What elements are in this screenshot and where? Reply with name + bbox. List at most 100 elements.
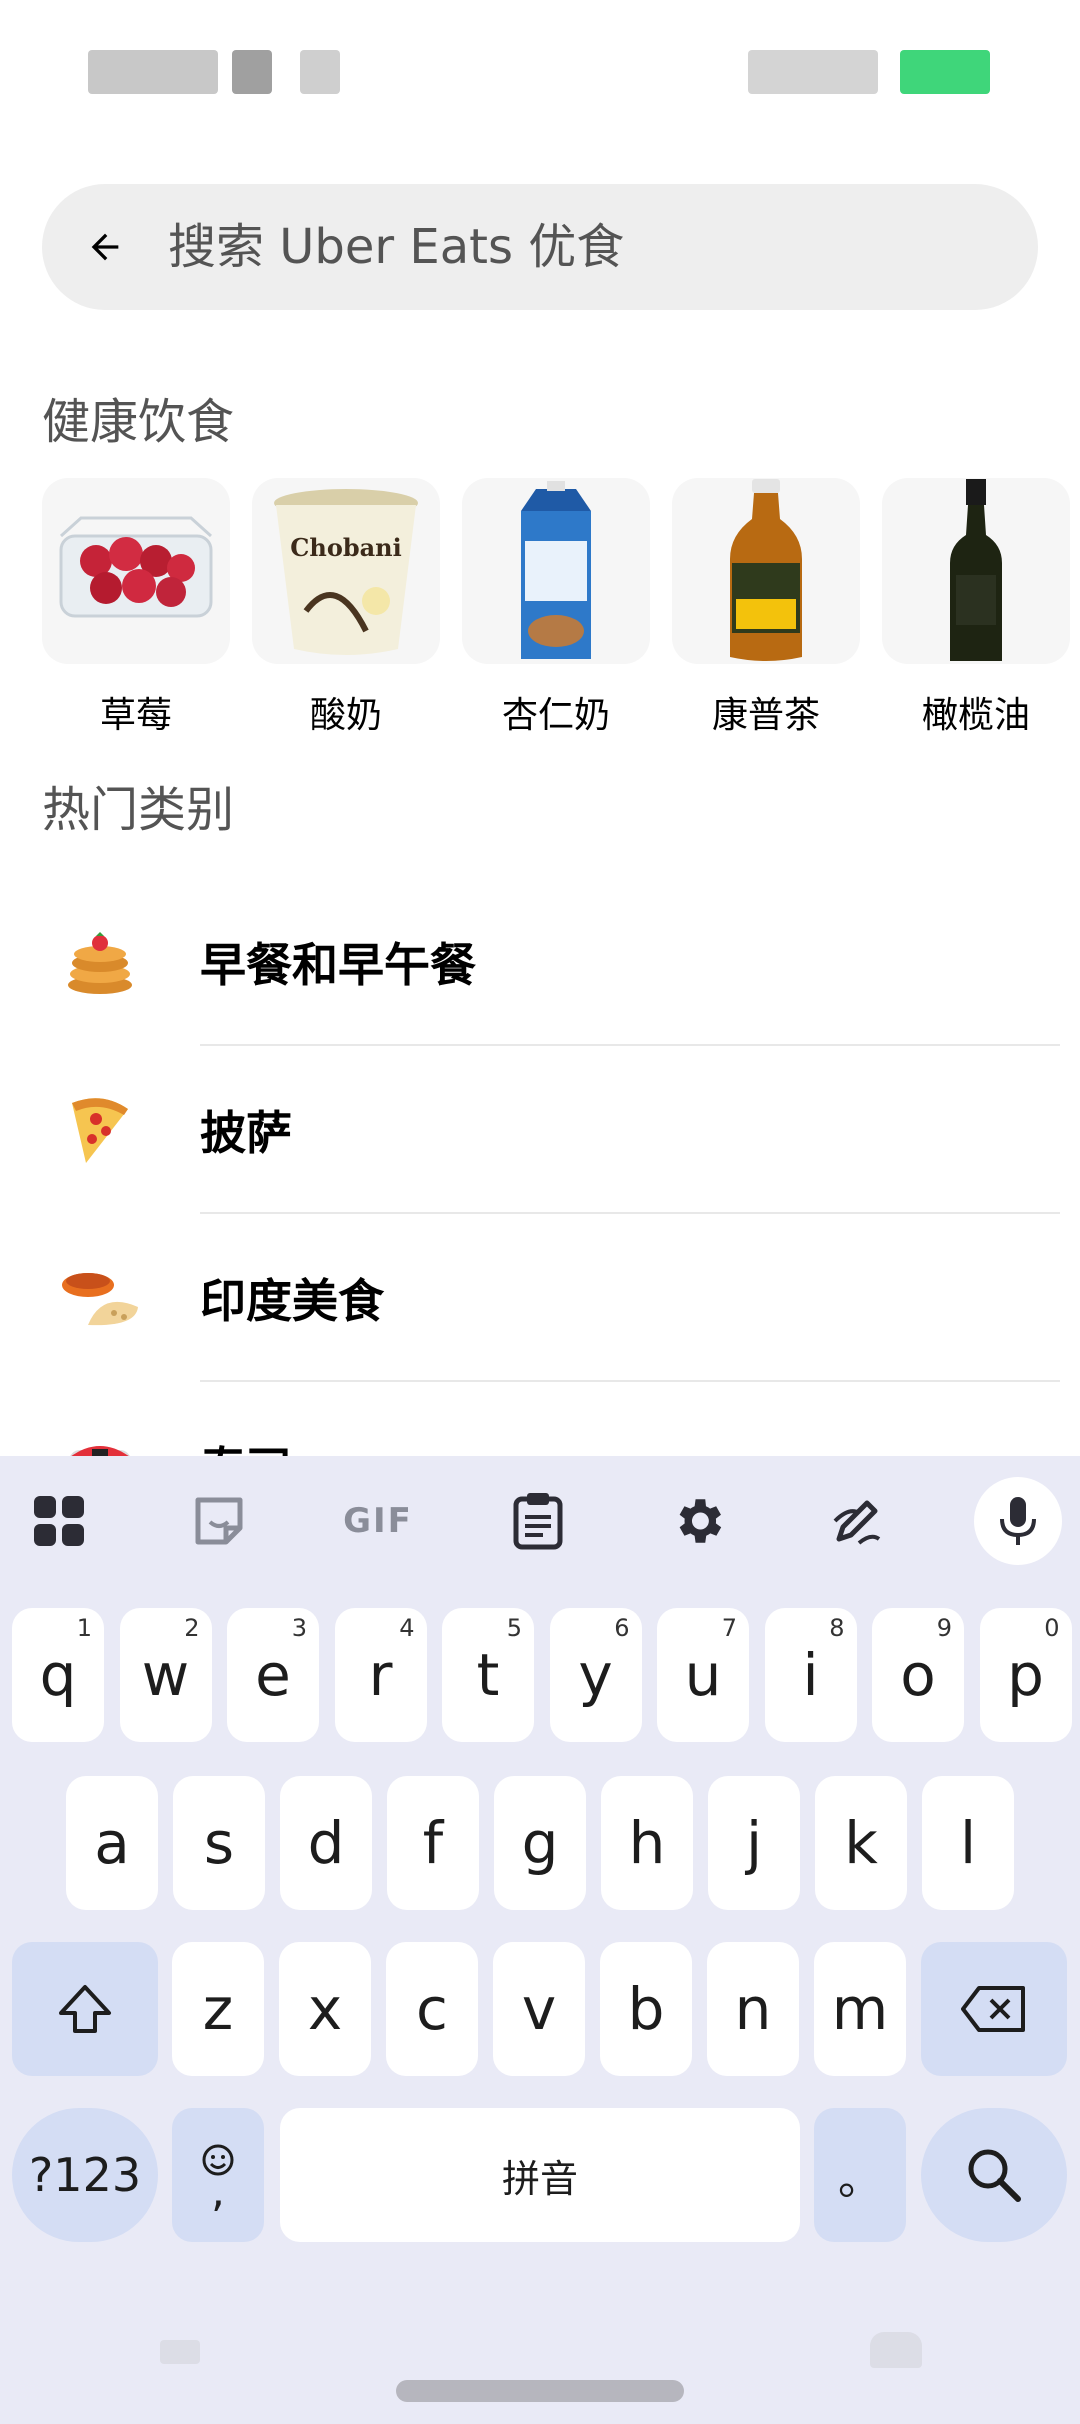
key-number-hint: 2 xyxy=(184,1614,200,1642)
olive-oil-image xyxy=(882,478,1070,664)
clipboard-icon[interactable] xyxy=(493,1476,583,1566)
curry-icon xyxy=(0,1263,200,1333)
key-a[interactable]: a xyxy=(66,1776,158,1910)
key-number-hint: 1 xyxy=(76,1614,92,1642)
search-bar[interactable] xyxy=(42,184,1038,310)
healthy-item-yogurt[interactable]: Chobani 酸奶 xyxy=(252,478,440,738)
almond-milk-image xyxy=(462,478,650,664)
key-b[interactable]: b xyxy=(600,1942,692,2076)
healthy-item-olive-oil[interactable]: 橄榄油 xyxy=(882,478,1070,738)
key-r[interactable]: r4 xyxy=(334,1608,427,1742)
healthy-item-strawberry[interactable]: 草莓 xyxy=(42,478,230,738)
healthy-items-row: 草莓 Chobani 酸奶 杏仁奶 康普茶 橄榄油 xyxy=(42,478,1080,738)
key-number-hint: 6 xyxy=(614,1614,630,1642)
shift-key[interactable] xyxy=(12,1942,158,2076)
period-key[interactable]: 。 xyxy=(814,2108,906,2242)
battery-icon xyxy=(900,50,990,94)
key-number-hint: 8 xyxy=(829,1614,845,1642)
key-letter: w xyxy=(141,1641,190,1709)
key-g[interactable]: g xyxy=(494,1776,586,1910)
apps-grid-icon[interactable] xyxy=(14,1476,104,1566)
key-p[interactable]: p0 xyxy=(979,1608,1072,1742)
pizza-icon xyxy=(0,1095,200,1165)
healthy-item-kombucha[interactable]: 康普茶 xyxy=(672,478,860,738)
key-h[interactable]: h xyxy=(601,1776,693,1910)
search-key[interactable] xyxy=(921,2108,1067,2242)
healthy-item-label: 酸奶 xyxy=(309,695,382,736)
key-number-hint: 0 xyxy=(1044,1614,1060,1642)
back-arrow-icon[interactable] xyxy=(42,184,168,310)
healthy-item-label: 杏仁奶 xyxy=(501,695,610,736)
svg-text:Chobani: Chobani xyxy=(290,533,401,562)
sticker-icon[interactable] xyxy=(174,1476,264,1566)
popular-section-title: 热门类别 xyxy=(42,782,235,838)
key-letter: y xyxy=(578,1641,613,1709)
key-k[interactable]: k xyxy=(815,1776,907,1910)
key-x[interactable]: x xyxy=(279,1942,371,2076)
key-letter: e xyxy=(255,1641,291,1709)
home-indicator[interactable] xyxy=(396,2380,684,2402)
category-row-indian[interactable]: 印度美食 xyxy=(0,1214,1080,1382)
key-t[interactable]: t5 xyxy=(442,1608,534,1742)
category-row-breakfast[interactable]: 早餐和早午餐 xyxy=(0,878,1080,1046)
key-m[interactable]: m xyxy=(814,1942,906,2076)
key-w[interactable]: w2 xyxy=(119,1608,212,1742)
key-d[interactable]: d xyxy=(280,1776,372,1910)
keyboard-hide-icon[interactable] xyxy=(160,2340,200,2364)
key-letter: i xyxy=(802,1641,819,1709)
search-icon xyxy=(968,2149,1021,2202)
yogurt-image: Chobani xyxy=(252,478,440,664)
backspace-key[interactable] xyxy=(921,1942,1067,2076)
search-input[interactable] xyxy=(168,219,988,275)
key-f[interactable]: f xyxy=(387,1776,479,1910)
healthy-item-almond-milk[interactable]: 杏仁奶 xyxy=(462,478,650,738)
key-l[interactable]: l xyxy=(922,1776,1014,1910)
soft-keyboard: GIF ?123 , 拼音 。 q 1 w 2 e 3 r 4 t 5 y 6 … xyxy=(0,1456,1080,2424)
status-bar xyxy=(0,0,1080,150)
category-row-pizza[interactable]: 披萨 xyxy=(0,1046,1080,1214)
keyboard-toolbar: GIF xyxy=(0,1456,1080,1586)
comma-label: , xyxy=(211,2166,225,2217)
key-number-hint: 3 xyxy=(291,1614,307,1642)
handwriting-pen-icon[interactable] xyxy=(812,1476,902,1566)
gif-button[interactable]: GIF xyxy=(333,1476,423,1566)
key-number-hint: 9 xyxy=(936,1614,952,1642)
category-label: 早餐和早午餐 xyxy=(200,938,476,992)
key-v[interactable]: v xyxy=(493,1942,585,2076)
key-c[interactable]: c xyxy=(386,1942,478,2076)
symbols-key[interactable]: ?123 xyxy=(12,2108,158,2242)
status-icon xyxy=(300,50,340,94)
emoji-comma-key[interactable]: , xyxy=(172,2108,264,2242)
settings-gear-icon[interactable] xyxy=(653,1476,743,1566)
space-key[interactable]: 拼音 xyxy=(280,2108,800,2242)
key-s[interactable]: s xyxy=(173,1776,265,1910)
category-row-sushi[interactable]: 寿司 xyxy=(0,1382,1080,1458)
key-u[interactable]: u7 xyxy=(657,1608,749,1742)
key-y[interactable]: y6 xyxy=(549,1608,642,1742)
key-q[interactable]: q1 xyxy=(12,1608,104,1742)
key-number-hint: 5 xyxy=(506,1614,522,1642)
healthy-section-title: 健康饮食 xyxy=(42,394,235,450)
language-globe-icon[interactable] xyxy=(870,2332,922,2368)
healthy-item-label: 康普茶 xyxy=(711,695,820,736)
key-e[interactable]: e3 xyxy=(227,1608,319,1742)
key-number-hint: 4 xyxy=(399,1614,415,1642)
key-o[interactable]: o9 xyxy=(872,1608,964,1742)
key-i[interactable]: i8 xyxy=(764,1608,857,1742)
gif-label: GIF xyxy=(343,1501,413,1541)
key-letter: t xyxy=(476,1641,500,1709)
microphone-icon[interactable] xyxy=(974,1477,1062,1565)
key-letter: r xyxy=(368,1641,393,1709)
signal-icon xyxy=(748,50,878,94)
category-label: 印度美食 xyxy=(200,1274,384,1328)
kombucha-image xyxy=(672,478,860,664)
key-number-hint: 7 xyxy=(721,1614,737,1642)
key-n[interactable]: n xyxy=(707,1942,799,2076)
key-j[interactable]: j xyxy=(708,1776,800,1910)
key-letter: q xyxy=(39,1641,77,1709)
key-letter: p xyxy=(1007,1641,1044,1709)
key-z[interactable]: z xyxy=(172,1942,264,2076)
key-letter: u xyxy=(684,1641,722,1709)
category-label: 披萨 xyxy=(200,1106,292,1160)
healthy-item-label: 草莓 xyxy=(99,695,172,736)
